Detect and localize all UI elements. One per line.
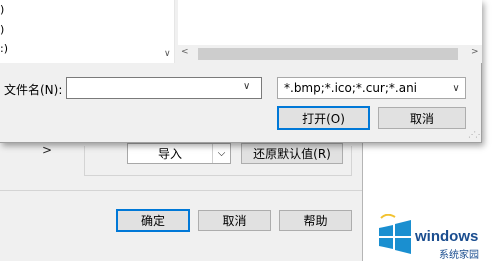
open-button[interactable]: 打开(O) [277,106,370,130]
file-list[interactable]: ) ) :) ∨ [0,0,175,63]
ok-button[interactable]: 确定 [116,209,190,232]
cancel-button[interactable]: 取消 [198,210,271,231]
list-item[interactable]: ) [0,23,4,36]
import-dropdown[interactable]: 导入 ⌵ [127,143,231,164]
filename-input[interactable]: ∨ [66,77,262,99]
cancel-button[interactable]: 取消 [378,107,466,129]
chevron-down-icon[interactable]: ∨ [243,81,250,92]
help-button[interactable]: 帮助 [279,210,352,231]
chevron-left-icon[interactable]: < [181,47,189,57]
file-type-value: *.bmp;*.ico;*.cur;*.ani [284,81,418,95]
file-open-dialog: ) ) :) ∨ < > 文件名(N): ∨ *.bmp;*.ico;*.cur… [0,0,483,143]
chevron-down-icon[interactable]: ⌵ [212,144,230,163]
divider [0,190,362,191]
watermark: windows 系统家园 [367,208,500,261]
list-item[interactable]: :) [0,42,8,55]
scrollbar-thumb[interactable] [198,48,458,60]
horizontal-scrollbar[interactable]: < > [178,45,482,63]
chevron-down-icon[interactable]: ∨ [164,49,171,59]
file-type-select[interactable]: *.bmp;*.ico;*.cur;*.ani ∨ [277,77,466,99]
windows-logo-icon [379,214,411,254]
chevron-down-icon[interactable]: ∨ [447,83,465,94]
resize-grip-icon[interactable]: ⋰⋰ [468,130,483,139]
restore-defaults-button[interactable]: 还原默认值(R) [241,143,343,164]
chevron-right-icon[interactable]: > [471,47,479,57]
expand-arrow-icon[interactable]: > [42,143,52,157]
import-label: 导入 [157,147,182,161]
filename-label: 文件名(N): [4,83,63,97]
watermark-site: 系统家园 [439,250,479,261]
watermark-brand: windows [415,228,479,245]
list-item[interactable]: ) [0,3,4,16]
